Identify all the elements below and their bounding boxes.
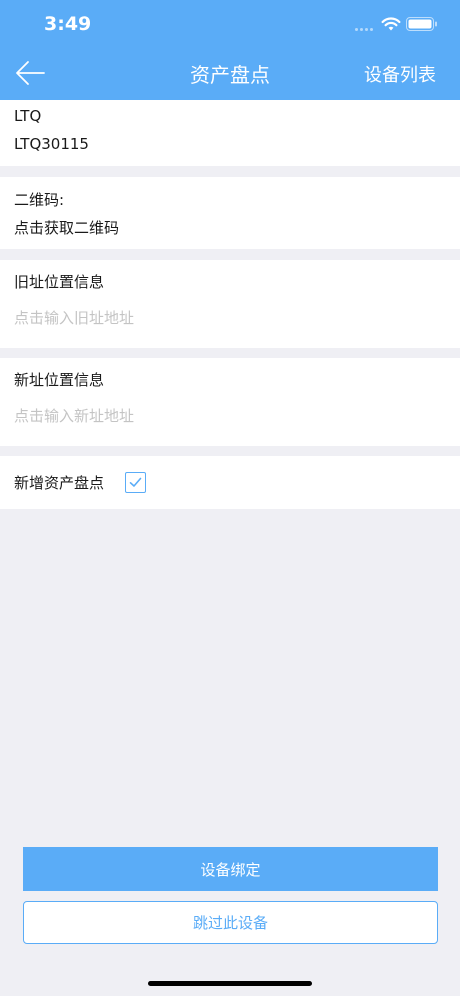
old-location-section: 旧址位置信息 点击输入旧址地址: [0, 260, 460, 348]
new-asset-label: 新增资产盘点: [14, 474, 105, 492]
qrcode-label: 二维码:: [14, 191, 65, 209]
skip-device-button[interactable]: 跳过此设备: [23, 901, 438, 944]
bind-device-button[interactable]: 设备绑定: [23, 847, 438, 891]
new-location-label: 新址位置信息: [14, 371, 105, 389]
old-location-input[interactable]: 点击输入旧址地址: [14, 307, 134, 328]
device-name: LTQ: [14, 107, 42, 125]
checkmark-icon: [129, 477, 142, 487]
battery-icon: [406, 17, 437, 31]
device-code: LTQ30115: [14, 135, 89, 153]
new-location-section: 新址位置信息 点击输入新址地址: [0, 358, 460, 446]
back-arrow-icon[interactable]: [14, 58, 46, 88]
asset-inventory-screen: 3:49 资产盘点 设备列表 LTQ LTQ30115 二维码: 点击获取二维码…: [0, 0, 460, 996]
new-asset-checkbox[interactable]: [125, 472, 146, 493]
old-location-label: 旧址位置信息: [14, 273, 105, 291]
qrcode-section: 二维码: 点击获取二维码: [0, 177, 460, 249]
get-qrcode-button[interactable]: 点击获取二维码: [14, 217, 119, 238]
new-asset-section: 新增资产盘点: [0, 456, 460, 509]
wifi-icon: [381, 17, 401, 31]
status-time: 3:49: [44, 13, 92, 35]
new-location-input[interactable]: 点击输入新址地址: [14, 405, 134, 426]
device-list-button[interactable]: 设备列表: [364, 61, 436, 87]
device-info-section: LTQ LTQ30115: [0, 100, 460, 166]
signal-dots-icon: [355, 28, 377, 32]
home-indicator: [148, 981, 312, 986]
header-bar: 3:49 资产盘点 设备列表: [0, 0, 460, 100]
